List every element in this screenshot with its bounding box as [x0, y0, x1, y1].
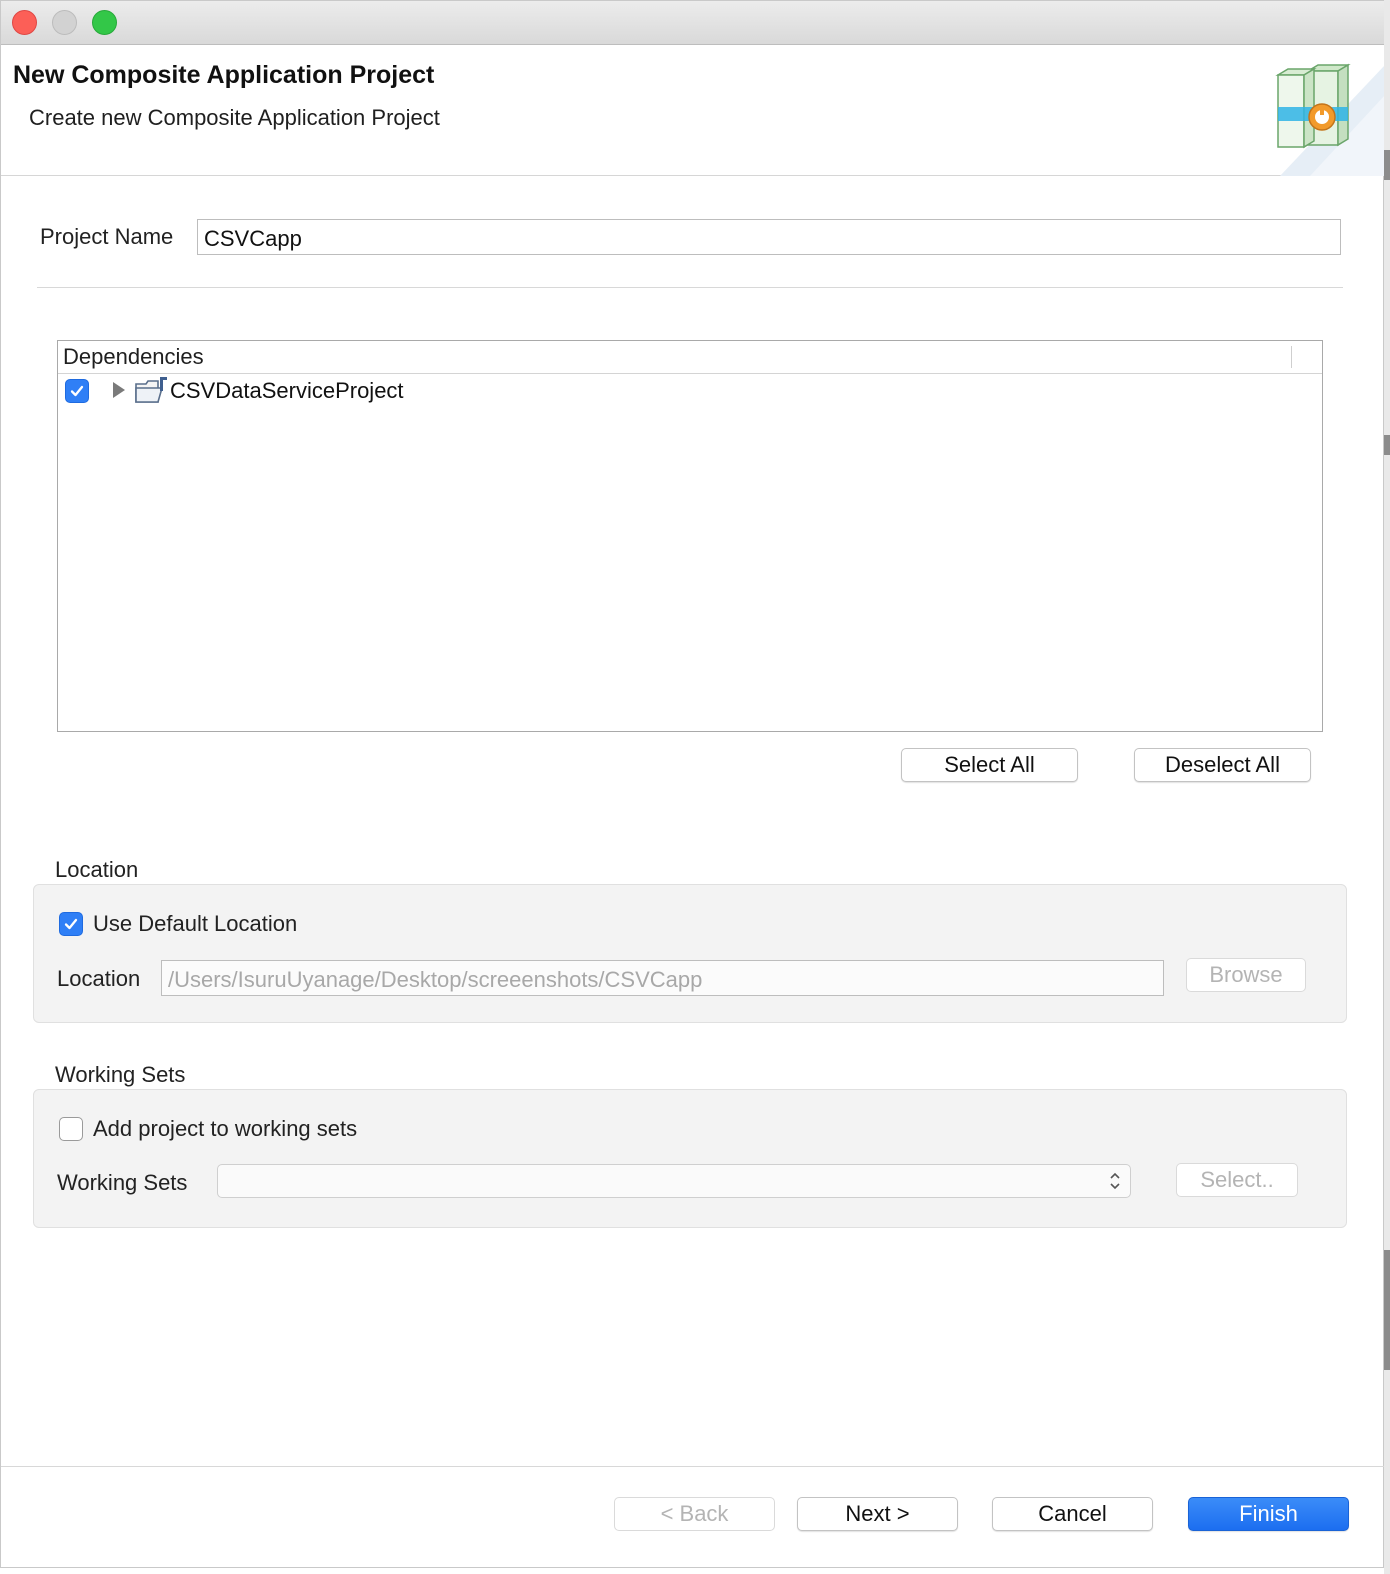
working-sets-field-label: Working Sets — [57, 1170, 188, 1195]
page-title: New Composite Application Project — [13, 61, 435, 89]
dependencies-table[interactable]: Dependencies CSVDataServiceProject — [57, 340, 1323, 732]
location-field-label: Location — [57, 966, 141, 991]
deselect-all-button[interactable]: Deselect All — [1134, 748, 1311, 782]
column-divider — [1291, 346, 1292, 368]
edge-mark — [1384, 435, 1390, 455]
next-button[interactable]: Next > — [797, 1497, 958, 1531]
browse-button[interactable]: Browse — [1186, 958, 1306, 992]
edge-mark — [1384, 1250, 1390, 1370]
composite-app-wizard-icon — [1275, 63, 1385, 176]
select-working-sets-button[interactable]: Select.. — [1176, 1163, 1298, 1197]
add-to-working-sets-checkbox[interactable] — [59, 1117, 83, 1141]
use-default-location-checkbox[interactable] — [59, 912, 83, 936]
expand-arrow-icon[interactable] — [113, 382, 125, 398]
separator — [37, 287, 1343, 288]
project-name-input[interactable]: CSVCapp — [197, 219, 1341, 255]
chevron-updown-icon — [1110, 1172, 1120, 1190]
working-sets-group: Add project to working sets Working Sets… — [33, 1089, 1347, 1228]
location-group: Use Default Location Location /Users/Isu… — [33, 884, 1347, 1023]
dependencies-header: Dependencies — [58, 341, 1322, 374]
add-to-working-sets-label: Add project to working sets — [93, 1116, 358, 1141]
location-group-title: Location — [55, 857, 139, 882]
footer-separator — [1, 1466, 1385, 1467]
page-subtitle: Create new Composite Application Project — [29, 105, 440, 130]
cancel-button[interactable]: Cancel — [992, 1497, 1153, 1531]
table-row[interactable]: CSVDataServiceProject — [58, 375, 1322, 407]
use-default-location-label: Use Default Location — [93, 911, 298, 936]
window-edge — [1384, 0, 1390, 1574]
close-window-button[interactable] — [12, 10, 37, 35]
project-name-label: Project Name — [40, 224, 174, 249]
dependencies-header-label: Dependencies — [63, 344, 204, 369]
select-all-button[interactable]: Select All — [901, 748, 1078, 782]
checkmark-icon — [64, 918, 78, 930]
minimize-window-button[interactable] — [52, 10, 77, 35]
dependency-label: CSVDataServiceProject — [170, 378, 404, 403]
edge-mark — [1384, 150, 1390, 180]
finish-button[interactable]: Finish — [1188, 1497, 1349, 1531]
dependency-checkbox[interactable] — [65, 379, 89, 403]
working-sets-select[interactable] — [217, 1164, 1131, 1198]
wizard-banner: New Composite Application Project Create… — [1, 45, 1385, 176]
back-button[interactable]: < Back — [614, 1497, 775, 1531]
folder-icon — [135, 377, 167, 403]
checkmark-icon — [70, 385, 84, 397]
working-sets-group-title: Working Sets — [55, 1062, 186, 1087]
wizard-window: New Composite Application Project Create… — [0, 0, 1385, 1568]
maximize-window-button[interactable] — [92, 10, 117, 35]
title-bar — [1, 1, 1385, 45]
location-path-input[interactable]: /Users/IsuruUyanage/Desktop/screeenshots… — [161, 960, 1164, 996]
